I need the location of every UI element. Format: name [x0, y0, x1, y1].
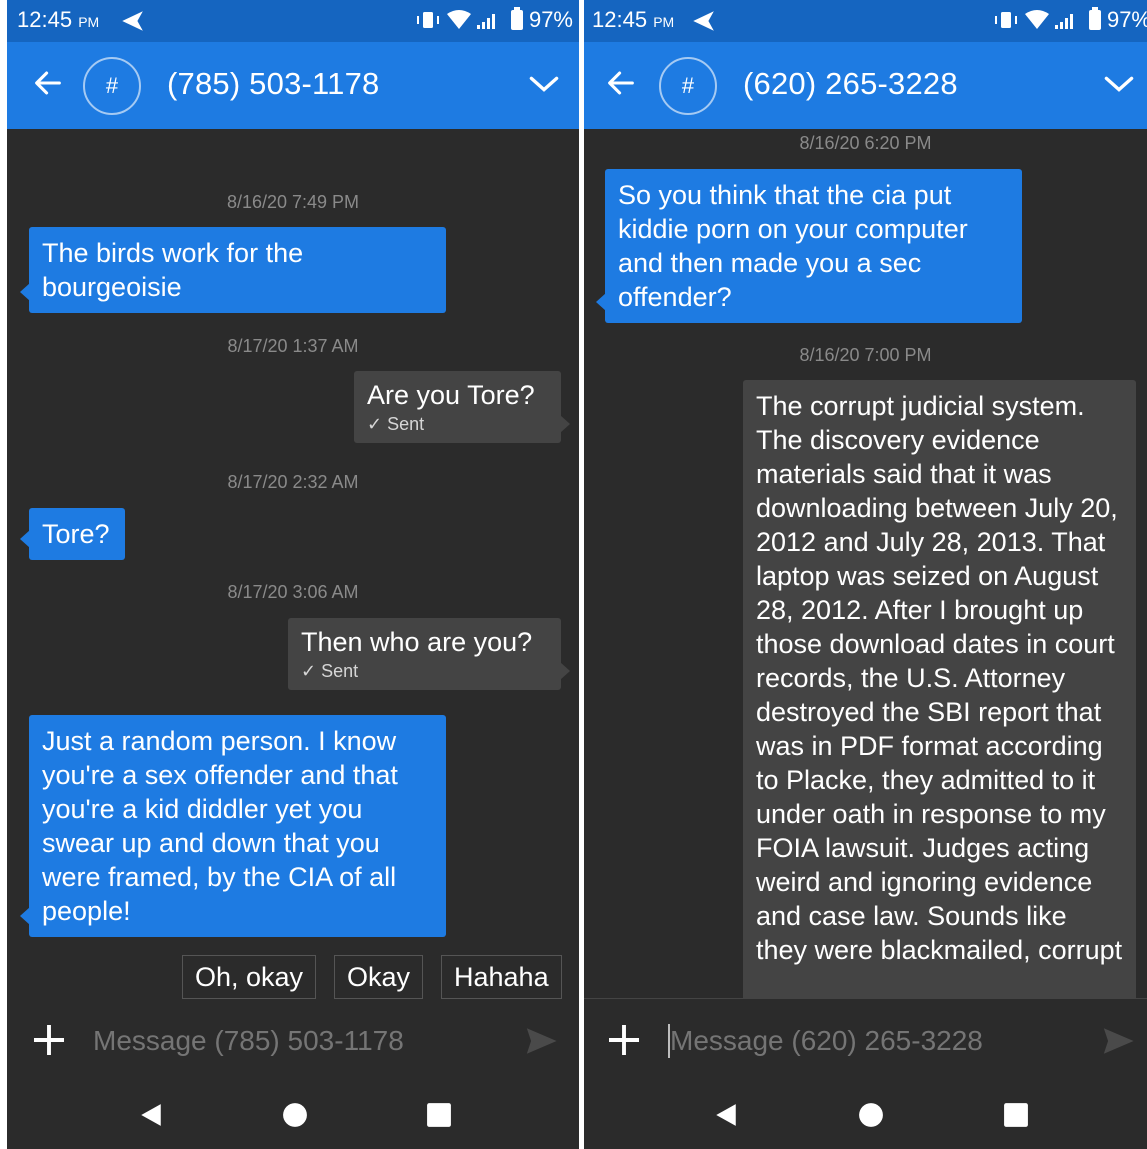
incoming-message[interactable]: Just a random person. I know you're a se…: [20, 715, 446, 937]
signal-icon: [1054, 14, 1073, 29]
message-timestamp: 8/17/20 2:32 AM: [227, 472, 359, 492]
status-bar: 12:45 PM 97%: [584, 0, 1147, 42]
incoming-message[interactable]: The birds work for the bourgeoisie: [20, 227, 446, 313]
incoming-message[interactable]: Tore?: [20, 508, 125, 560]
wifi-icon: [446, 10, 471, 29]
status-bar: 12:45 PM 97%: [7, 0, 579, 42]
nav-home-icon[interactable]: [858, 1102, 884, 1128]
sent-status: ✓ Sent: [367, 414, 425, 434]
system-navigation-bar: [584, 1080, 1147, 1149]
message-text: Are you Tore?: [367, 380, 535, 410]
back-arrow-icon[interactable]: [31, 66, 65, 100]
navigation-arrow-icon: [693, 11, 714, 31]
contact-avatar[interactable]: #: [83, 57, 141, 115]
outgoing-message[interactable]: The corrupt judicial system. The discove…: [743, 380, 1136, 998]
sent-status: ✓ Sent: [301, 661, 359, 681]
nav-back-icon[interactable]: [713, 1102, 739, 1128]
plus-icon[interactable]: [606, 1022, 642, 1058]
message-composer: [7, 1008, 579, 1072]
signal-icon: [476, 14, 495, 29]
message-timestamp: 8/17/20 1:37 AM: [227, 336, 359, 356]
right-phone-screen: 12:45 PM 97% # (620) 265-3228 8/16/20 6:…: [584, 0, 1147, 1149]
message-input[interactable]: [93, 1022, 493, 1060]
nav-back-icon[interactable]: [138, 1102, 164, 1128]
chevron-down-icon[interactable]: [1102, 70, 1136, 98]
conversation-header: # (785) 503-1178: [7, 42, 579, 129]
status-indicators: 97%: [415, 7, 573, 33]
send-icon[interactable]: [1100, 1024, 1136, 1058]
battery-icon: [1088, 7, 1101, 30]
message-timestamp: 8/16/20 7:49 PM: [226, 192, 360, 212]
vibrate-icon: [994, 12, 1017, 28]
quick-reply-button[interactable]: Okay: [334, 955, 424, 999]
divider: [584, 998, 1147, 999]
quick-reply-button[interactable]: Hahaha: [441, 955, 562, 999]
outgoing-message[interactable]: Are you Tore? ✓ Sent: [354, 371, 570, 443]
message-timestamp: 8/16/20 6:20 PM: [799, 133, 932, 153]
battery-percent: 97%: [528, 7, 573, 32]
plus-icon[interactable]: [31, 1022, 67, 1058]
status-time: 12:45 PM: [17, 7, 100, 32]
wifi-icon: [1024, 10, 1049, 29]
battery-percent: 97%: [1106, 7, 1147, 32]
contact-title: (620) 265-3228: [743, 66, 958, 101]
battery-icon: [510, 7, 523, 30]
message-timestamp: 8/17/20 3:06 AM: [227, 582, 359, 602]
nav-home-icon[interactable]: [282, 1102, 308, 1128]
contact-avatar[interactable]: #: [659, 57, 717, 115]
message-composer: [584, 1008, 1147, 1072]
conversation-header: # (620) 265-3228: [584, 42, 1147, 129]
navigation-arrow-icon: [122, 11, 143, 31]
message-text: Then who are you?: [301, 627, 533, 657]
status-indicators: 97%: [993, 7, 1147, 33]
outgoing-message[interactable]: Then who are you? ✓ Sent: [288, 618, 570, 690]
contact-title: (785) 503-1178: [167, 66, 380, 101]
nav-recents-icon[interactable]: [426, 1102, 452, 1128]
system-navigation-bar: [7, 1080, 579, 1149]
vibrate-icon: [416, 12, 439, 28]
nav-recents-icon[interactable]: [1003, 1102, 1029, 1128]
message-input[interactable]: [670, 1022, 1070, 1060]
status-time: 12:45 PM: [592, 7, 675, 32]
incoming-message[interactable]: So you think that the cia put kiddie por…: [596, 169, 1022, 323]
quick-reply-button[interactable]: Oh, okay: [182, 955, 317, 999]
chevron-down-icon[interactable]: [527, 70, 561, 98]
message-timestamp: 8/16/20 7:00 PM: [799, 345, 932, 365]
back-arrow-icon[interactable]: [604, 66, 638, 100]
left-phone-screen: 12:45 PM 97% # (785) 503-1178 8/16/20 7:…: [7, 0, 579, 1149]
send-icon[interactable]: [523, 1024, 559, 1058]
